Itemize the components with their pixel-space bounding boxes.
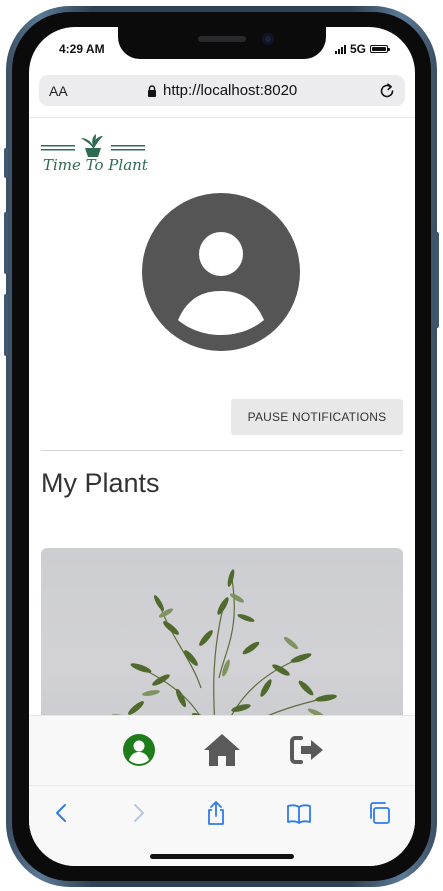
- back-icon[interactable]: [49, 800, 75, 826]
- sign-out-icon[interactable]: [287, 730, 327, 770]
- app-content: Time To Plant PAUSE NOTIFICATIONS My Pla…: [29, 117, 415, 748]
- app-logo[interactable]: Time To Plant: [41, 134, 148, 180]
- volume-down-button: [4, 294, 8, 356]
- avatar[interactable]: [142, 193, 300, 351]
- notch: [118, 27, 326, 59]
- front-camera: [262, 33, 274, 45]
- volume-up-button: [4, 212, 8, 274]
- home-indicator: [150, 854, 294, 859]
- status-time: 4:29 AM: [59, 42, 105, 56]
- text-size-button[interactable]: AA: [49, 83, 68, 99]
- speaker: [198, 36, 246, 42]
- forward-icon[interactable]: [125, 800, 151, 826]
- silent-switch: [4, 148, 8, 178]
- plant-logo-icon: [41, 134, 145, 157]
- home-icon[interactable]: [202, 730, 242, 770]
- pause-notifications-button[interactable]: PAUSE NOTIFICATIONS: [231, 399, 403, 435]
- logo-text: Time To Plant: [43, 156, 148, 174]
- status-indicators: 5G: [335, 42, 391, 56]
- safari-toolbar: [29, 785, 415, 866]
- signal-icon: [335, 44, 346, 54]
- app-tab-bar: [29, 715, 415, 786]
- network-type: 5G: [350, 42, 367, 56]
- url-text: http://localhost:8020: [163, 82, 298, 99]
- my-plants-heading: My Plants: [41, 468, 160, 498]
- lock-icon: [148, 84, 156, 97]
- share-icon[interactable]: [203, 800, 229, 826]
- divider: [41, 450, 403, 451]
- url-display[interactable]: http://localhost:8020: [147, 82, 297, 99]
- battery-icon: [370, 45, 391, 53]
- reload-icon[interactable]: [377, 81, 397, 101]
- bookmarks-icon[interactable]: [286, 800, 312, 826]
- power-button: [435, 232, 439, 328]
- user-circle-icon[interactable]: [119, 730, 159, 770]
- phone-frame: 4:29 AM 5G AA http://localhost:8020 Time…: [0, 0, 443, 891]
- tabs-icon[interactable]: [367, 800, 393, 826]
- address-bar[interactable]: AA http://localhost:8020: [39, 75, 405, 106]
- screen: 4:29 AM 5G AA http://localhost:8020 Time…: [29, 27, 415, 866]
